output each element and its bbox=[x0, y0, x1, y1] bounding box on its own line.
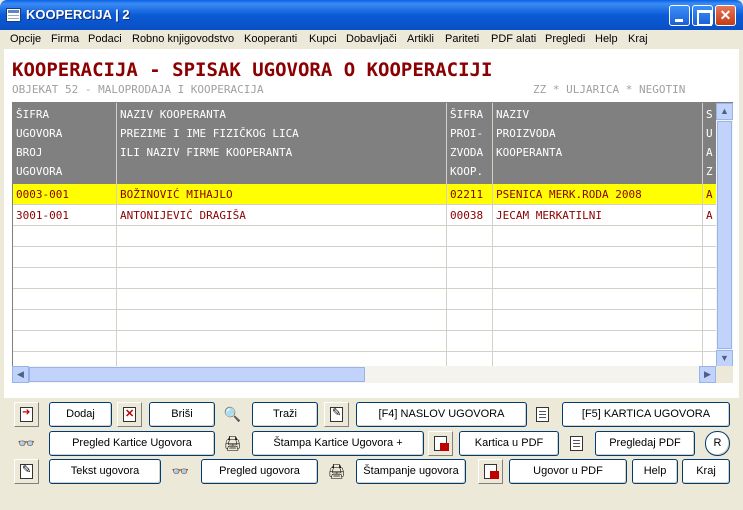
cell-sifra-proizvoda: 02211 bbox=[447, 184, 493, 205]
printer-icon[interactable]: 🖨 bbox=[324, 459, 349, 484]
page-title: KOOPERACIJA - SPISAK UGOVORA O KOOPERACI… bbox=[12, 59, 493, 81]
scroll-corner bbox=[716, 366, 733, 383]
scroll-up-icon[interactable]: ▲ bbox=[716, 103, 733, 120]
vertical-scrollbar[interactable]: ▲ ▼ bbox=[716, 102, 733, 367]
menu-artikli[interactable]: Artikli bbox=[407, 33, 434, 45]
cell-naziv-proizvoda: JECAM MERKATILNI bbox=[493, 205, 703, 226]
menu-podaci[interactable]: Podaci bbox=[88, 33, 122, 45]
menu-pariteti[interactable]: Pariteti bbox=[445, 33, 479, 45]
cell-naziv-proizvoda: PSENICA MERK.RODA 2008 bbox=[493, 184, 703, 205]
cell-status: A bbox=[703, 184, 716, 205]
menu-bar: Opcije Firma Podaci Robno knjigovodstvo … bbox=[4, 30, 739, 49]
delete-icon[interactable] bbox=[117, 402, 142, 427]
help-button[interactable]: Help bbox=[632, 459, 678, 484]
kraj-button[interactable]: Kraj bbox=[682, 459, 730, 484]
document-icon[interactable] bbox=[530, 402, 555, 427]
empty-row[interactable] bbox=[13, 331, 716, 352]
horizontal-scroll-thumb[interactable] bbox=[29, 367, 365, 382]
tekst-ugovora-button[interactable]: Tekst ugovora bbox=[49, 459, 161, 484]
close-icon: ✕ bbox=[719, 7, 732, 23]
cell-status: A bbox=[703, 205, 716, 226]
scroll-left-icon[interactable]: ◀ bbox=[12, 366, 29, 383]
app-icon bbox=[6, 8, 21, 22]
kartica-pdf-button[interactable]: Kartica u PDF bbox=[459, 431, 559, 456]
header-naziv-proizvoda[interactable]: NAZIV PROIZVODA KOOPERANTA bbox=[493, 103, 703, 184]
header-naziv-kooperanta[interactable]: NAZIV KOOPERANTA PREZIME I IME FIZIČKOG … bbox=[117, 103, 447, 184]
brisi-button[interactable]: Briši bbox=[149, 402, 215, 427]
glasses-icon[interactable]: 👓 bbox=[168, 459, 193, 484]
empty-row[interactable] bbox=[13, 289, 716, 310]
company-label: ZZ * ULJARICA * NEGOTIN bbox=[533, 83, 686, 96]
pregledaj-pdf-button[interactable]: Pregledaj PDF bbox=[595, 431, 695, 456]
button-panel: Dodaj Briši 🔍 Traži [F4] NASLOV UGOVORA … bbox=[4, 398, 739, 506]
search-icon[interactable]: 🔍 bbox=[220, 402, 245, 427]
contracts-table[interactable]: ŠIFRA UGOVORA BROJ UGOVORA NAZIV KOOPERA… bbox=[12, 102, 716, 366]
pdf-export-icon[interactable] bbox=[478, 459, 503, 484]
table-row[interactable]: 0003-001 BOŽINOVIĆ MIHAJLO 02211 PSENICA… bbox=[13, 184, 716, 205]
ugovor-pdf-button[interactable]: Ugovor u PDF bbox=[509, 459, 627, 484]
kartica-ugovora-button[interactable]: [F5] KARTICA UGOVORA bbox=[562, 402, 730, 427]
trazi-button[interactable]: Traži bbox=[252, 402, 318, 427]
empty-row[interactable] bbox=[13, 310, 716, 331]
menu-dobavljaci[interactable]: Dobavljači bbox=[346, 33, 397, 45]
stampa-kartice-button[interactable]: Štampa Kartice Ugovora + bbox=[252, 431, 424, 456]
header-sifra-proizvoda[interactable]: ŠIFRA PROI- ZVODA KOOP. bbox=[447, 103, 493, 184]
empty-row[interactable] bbox=[13, 226, 716, 247]
empty-row[interactable] bbox=[13, 352, 716, 366]
glasses-icon[interactable]: 👓 bbox=[14, 431, 39, 456]
cell-naziv: ANTONIJEVIĆ DRAGIŠA bbox=[117, 205, 447, 226]
table-row[interactable]: 3001-001 ANTONIJEVIĆ DRAGIŠA 00038 JECAM… bbox=[13, 205, 716, 226]
minimize-button[interactable] bbox=[669, 5, 690, 26]
window-title: KOOPERCIJA | 2 bbox=[26, 7, 130, 22]
empty-row[interactable] bbox=[13, 247, 716, 268]
menu-firma[interactable]: Firma bbox=[51, 33, 79, 45]
cell-sifra: 3001-001 bbox=[13, 205, 117, 226]
dodaj-button[interactable]: Dodaj bbox=[49, 402, 112, 427]
pregled-ugovora-button[interactable]: Pregled ugovora bbox=[201, 459, 318, 484]
scroll-down-icon[interactable]: ▼ bbox=[716, 350, 733, 367]
pregled-kartice-button[interactable]: Pregled Kartice Ugovora bbox=[49, 431, 215, 456]
cell-naziv: BOŽINOVIĆ MIHAJLO bbox=[117, 184, 447, 205]
menu-kupci[interactable]: Kupci bbox=[309, 33, 337, 45]
pdf-export-icon[interactable] bbox=[428, 431, 453, 456]
scroll-right-icon[interactable]: ▶ bbox=[699, 366, 716, 383]
registered-icon[interactable]: R bbox=[705, 431, 730, 456]
menu-kraj[interactable]: Kraj bbox=[628, 33, 648, 45]
cell-sifra: 0003-001 bbox=[13, 184, 117, 205]
menu-pdf-alati[interactable]: PDF alati bbox=[491, 33, 536, 45]
cell-sifra-proizvoda: 00038 bbox=[447, 205, 493, 226]
close-button[interactable]: ✕ bbox=[715, 5, 736, 26]
empty-row[interactable] bbox=[13, 268, 716, 289]
pdf-view-icon[interactable] bbox=[564, 431, 589, 456]
edit-icon[interactable] bbox=[324, 402, 349, 427]
menu-help[interactable]: Help bbox=[595, 33, 618, 45]
menu-kooperanti[interactable]: Kooperanti bbox=[244, 33, 297, 45]
vertical-scroll-thumb[interactable] bbox=[717, 121, 732, 349]
object-label: OBJEKAT 52 - MALOPRODAJA I KOOPERACIJA bbox=[12, 83, 264, 96]
menu-robno-knjigovodstvo[interactable]: Robno knjigovodstvo bbox=[132, 33, 234, 45]
text-icon[interactable] bbox=[14, 459, 39, 484]
maximize-button[interactable] bbox=[692, 5, 713, 26]
stampanje-ugovora-button[interactable]: Štampanje ugovora bbox=[356, 459, 466, 484]
header-sifra-ugovora[interactable]: ŠIFRA UGOVORA BROJ UGOVORA bbox=[13, 103, 117, 184]
menu-pregledi[interactable]: Pregledi bbox=[545, 33, 585, 45]
printer-icon[interactable]: 🖨 bbox=[220, 431, 245, 456]
menu-opcije[interactable]: Opcije bbox=[10, 33, 41, 45]
naslov-ugovora-button[interactable]: [F4] NASLOV UGOVORA bbox=[356, 402, 527, 427]
title-bar: KOOPERCIJA | 2 ✕ bbox=[0, 0, 743, 30]
header-status[interactable]: S U A Z bbox=[703, 103, 716, 184]
add-icon[interactable] bbox=[14, 402, 39, 427]
horizontal-scrollbar[interactable]: ◀ ▶ bbox=[12, 366, 716, 383]
